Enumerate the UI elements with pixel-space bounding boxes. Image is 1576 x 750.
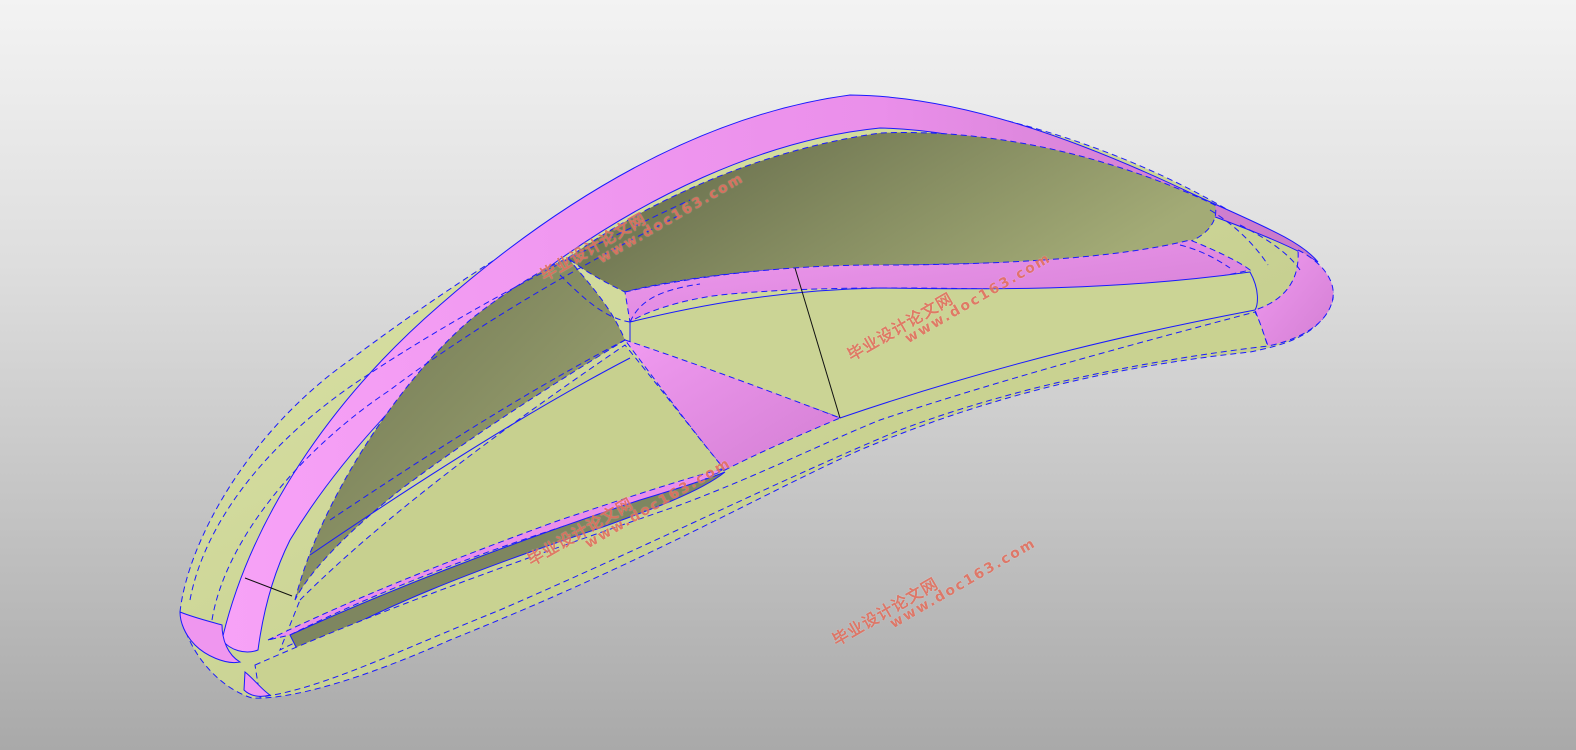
mouse-shell-3d-model[interactable] xyxy=(0,0,1576,750)
cad-viewport[interactable]: 毕业设计论文网 www.doc163.com 毕业设计论文网 www.doc16… xyxy=(0,0,1576,750)
